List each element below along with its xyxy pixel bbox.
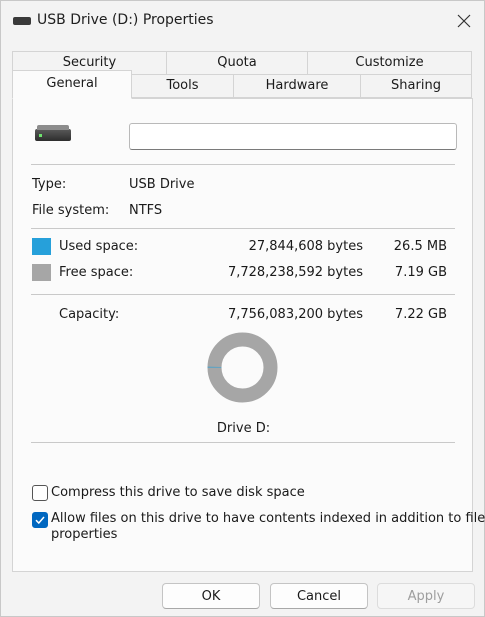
usb-drive-icon: [35, 125, 71, 141]
separator: [31, 164, 455, 165]
apply-button[interactable]: Apply: [377, 583, 475, 609]
used-space-swatch: [32, 238, 51, 255]
compress-label: Compress this drive to save disk space: [51, 485, 305, 500]
properties-window: USB Drive (D:) Properties Security Quota…: [0, 0, 485, 617]
separator: [31, 442, 455, 443]
compress-checkbox[interactable]: [32, 485, 48, 501]
capacity-label: Capacity:: [59, 307, 120, 322]
free-space-swatch: [32, 264, 51, 281]
checkmark-icon: [35, 516, 45, 525]
separator: [31, 228, 455, 229]
general-panel: Type: USB Drive File system: NTFS Used s…: [12, 98, 485, 572]
free-space-label: Free space:: [59, 265, 134, 280]
usb-drive-icon: [13, 17, 31, 25]
tab-quota[interactable]: Quota: [166, 51, 308, 75]
file-system-label: File system:: [32, 203, 110, 218]
used-space-size: 26.5 MB: [393, 239, 447, 254]
capacity-bytes: 7,756,083,200 bytes: [227, 307, 363, 322]
free-space-bytes: 7,728,238,592 bytes: [227, 265, 363, 280]
capacity-size: 7.22 GB: [394, 307, 447, 322]
close-button[interactable]: [447, 5, 481, 37]
separator: [31, 294, 455, 295]
tab-hardware[interactable]: Hardware: [233, 74, 361, 98]
close-icon: [457, 14, 471, 28]
index-label-line2: properties: [51, 527, 118, 542]
index-checkbox[interactable]: [32, 512, 48, 528]
cancel-button[interactable]: Cancel: [270, 583, 368, 609]
drive-name-input[interactable]: [129, 123, 457, 150]
ok-button[interactable]: OK: [162, 583, 260, 609]
tab-general[interactable]: General: [12, 70, 132, 99]
disk-usage-donut: [207, 332, 278, 403]
free-space-arc: [207, 332, 278, 403]
used-space-bytes: 27,844,608 bytes: [248, 239, 363, 254]
type-value: USB Drive: [129, 177, 195, 192]
file-system-value: NTFS: [129, 203, 163, 218]
title-bar: USB Drive (D:) Properties: [1, 1, 484, 41]
tab-tools[interactable]: Tools: [131, 74, 234, 98]
drive-label: Drive D:: [216, 421, 271, 436]
used-space-label: Used space:: [59, 239, 139, 254]
tab-sharing[interactable]: Sharing: [360, 74, 472, 98]
free-space-size: 7.19 GB: [394, 265, 447, 280]
type-label: Type:: [32, 177, 67, 192]
window-title: USB Drive (D:) Properties: [37, 12, 214, 28]
index-label-line1: Allow files on this drive to have conten…: [51, 511, 485, 526]
tab-customize[interactable]: Customize: [307, 51, 472, 75]
